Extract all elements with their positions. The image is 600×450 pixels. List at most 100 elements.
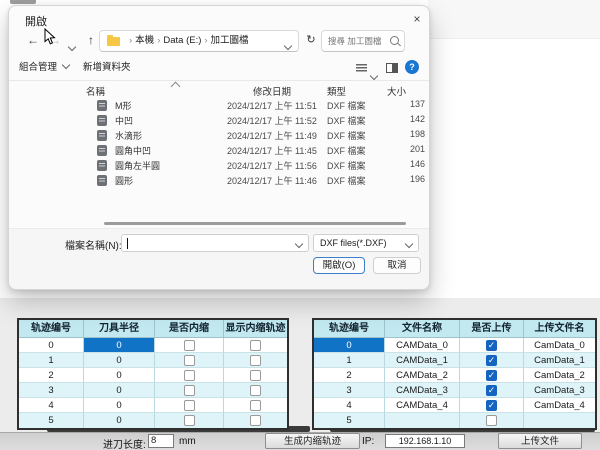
upload-checkbox[interactable] bbox=[486, 340, 497, 351]
cell-upload-name[interactable]: CamData_3 bbox=[524, 383, 595, 398]
horizontal-scrollbar[interactable] bbox=[104, 222, 406, 225]
dialog-title: 開啟 bbox=[25, 13, 47, 29]
cell-track-id[interactable]: 1 bbox=[19, 353, 84, 368]
toolbar-divider bbox=[9, 80, 429, 81]
shrink-checkbox[interactable] bbox=[184, 355, 195, 366]
column-header-show-track[interactable]: 显示内缩轨迹 bbox=[224, 320, 287, 338]
cell-track-id[interactable]: 0 bbox=[19, 338, 84, 353]
column-header-upload[interactable]: 是否上传 bbox=[460, 320, 524, 338]
cell-track-id[interactable]: 4 bbox=[19, 398, 84, 413]
column-header-name[interactable]: 名稱 bbox=[86, 84, 105, 98]
cell-upload-name[interactable]: CamData_0 bbox=[524, 338, 595, 353]
file-row[interactable]: 圓角中凹 2024/12/17 上午 11:45 DXF 檔案 201 bbox=[69, 143, 425, 158]
help-icon[interactable]: ? bbox=[405, 60, 419, 74]
generate-track-button[interactable]: 生成内缩轨迹 bbox=[265, 433, 360, 449]
ip-input[interactable]: 192.168.1.10 bbox=[385, 434, 465, 448]
cell-upload-name[interactable] bbox=[524, 413, 595, 428]
recent-locations-chevron-icon[interactable] bbox=[69, 37, 75, 55]
back-button[interactable]: ← bbox=[25, 32, 41, 48]
cell-file-name[interactable]: CAMData_0 bbox=[385, 338, 460, 353]
cell-tool-radius[interactable]: 0 bbox=[84, 368, 155, 383]
column-header-track-id[interactable]: 轨迹编号 bbox=[19, 320, 84, 338]
cell-track-id[interactable]: 1 bbox=[314, 353, 385, 368]
file-date: 2024/12/17 上午 11:45 bbox=[227, 144, 317, 157]
shrink-checkbox[interactable] bbox=[184, 370, 195, 381]
upload-checkbox[interactable] bbox=[486, 400, 497, 411]
open-button[interactable]: 開啟(O) bbox=[313, 257, 365, 274]
file-row[interactable]: 中凹 2024/12/17 上午 11:52 DXF 檔案 142 bbox=[69, 113, 425, 128]
cell-tool-radius[interactable]: 0 bbox=[84, 338, 155, 353]
cell-track-id[interactable]: 3 bbox=[19, 383, 84, 398]
cell-tool-radius[interactable]: 0 bbox=[84, 413, 155, 428]
new-folder-button[interactable]: 新增資料夾 bbox=[83, 60, 131, 76]
cell-track-id[interactable]: 3 bbox=[314, 383, 385, 398]
cell-upload-name[interactable]: CamData_2 bbox=[524, 368, 595, 383]
cell-upload bbox=[460, 368, 524, 383]
cell-tool-radius[interactable]: 0 bbox=[84, 398, 155, 413]
cell-track-id[interactable]: 5 bbox=[19, 413, 84, 428]
cell-tool-radius[interactable]: 0 bbox=[84, 383, 155, 398]
upload-checkbox[interactable] bbox=[486, 415, 497, 426]
column-header-upload-name[interactable]: 上传文件名 bbox=[524, 320, 595, 338]
cell-track-id[interactable]: 2 bbox=[19, 368, 84, 383]
show-track-checkbox[interactable] bbox=[250, 400, 261, 411]
breadcrumb-item-this-pc[interactable]: 本機 bbox=[135, 35, 154, 46]
cell-track-id[interactable]: 4 bbox=[314, 398, 385, 413]
column-header-file-name[interactable]: 文件名称 bbox=[385, 320, 460, 338]
column-header-date[interactable]: 修改日期 bbox=[253, 84, 291, 98]
up-button[interactable]: ↑ bbox=[83, 32, 99, 48]
upload-checkbox[interactable] bbox=[486, 370, 497, 381]
file-row[interactable]: 水滴形 2024/12/17 上午 11:49 DXF 檔案 198 bbox=[69, 128, 425, 143]
breadcrumb-item-folder[interactable]: 加工圖檔 bbox=[211, 35, 249, 46]
search-input[interactable] bbox=[326, 33, 388, 49]
column-header-type[interactable]: 類型 bbox=[327, 84, 346, 98]
column-header-track-id[interactable]: 轨迹编号 bbox=[314, 320, 385, 338]
upload-file-button[interactable]: 上传文件 bbox=[498, 433, 582, 449]
cell-track-id[interactable]: 0 bbox=[314, 338, 385, 353]
column-header-size[interactable]: 大小 bbox=[387, 84, 406, 98]
organize-menu[interactable]: 組合管理 bbox=[19, 60, 69, 76]
cell-file-name[interactable]: CAMData_2 bbox=[385, 368, 460, 383]
cell-upload-name[interactable]: CamData_1 bbox=[524, 353, 595, 368]
cell-file-name[interactable]: CAMData_3 bbox=[385, 383, 460, 398]
shrink-checkbox[interactable] bbox=[184, 340, 195, 351]
refresh-icon[interactable]: ↻ bbox=[303, 32, 319, 48]
filename-chevron-icon[interactable] bbox=[295, 240, 303, 248]
cell-file-name[interactable]: CAMData_1 bbox=[385, 353, 460, 368]
upload-checkbox[interactable] bbox=[486, 385, 497, 396]
breadcrumb-chevron-icon[interactable] bbox=[285, 37, 291, 57]
cell-file-name[interactable]: CAMData_4 bbox=[385, 398, 460, 413]
table-row: 5 bbox=[314, 413, 595, 428]
file-row[interactable]: M形 2024/12/17 上午 11:51 DXF 檔案 137 bbox=[69, 98, 425, 113]
cell-track-id[interactable]: 2 bbox=[314, 368, 385, 383]
cancel-button[interactable]: 取消 bbox=[373, 257, 421, 274]
cell-file-name[interactable] bbox=[385, 413, 460, 428]
show-track-checkbox[interactable] bbox=[250, 340, 261, 351]
breadcrumb-separator: › bbox=[154, 35, 163, 46]
cell-upload-name[interactable]: CamData_4 bbox=[524, 398, 595, 413]
breadcrumb-item-drive[interactable]: Data (E:) bbox=[163, 35, 201, 46]
file-row[interactable]: 圓角左半圓 2024/12/17 上午 11:56 DXF 檔案 146 bbox=[69, 158, 425, 173]
cell-tool-radius[interactable]: 0 bbox=[84, 353, 155, 368]
upload-checkbox[interactable] bbox=[486, 355, 497, 366]
close-icon[interactable]: × bbox=[407, 10, 427, 28]
preview-pane-icon[interactable] bbox=[386, 63, 398, 73]
view-mode-chevron-icon[interactable] bbox=[371, 66, 377, 84]
column-header-shrink[interactable]: 是否内缩 bbox=[155, 320, 224, 338]
cell-track-id[interactable]: 5 bbox=[314, 413, 385, 428]
show-track-checkbox[interactable] bbox=[250, 355, 261, 366]
feed-length-input[interactable]: 8 bbox=[148, 434, 174, 448]
view-mode-icon[interactable] bbox=[356, 64, 367, 73]
filetype-select[interactable]: DXF files(*.DXF) bbox=[313, 234, 419, 252]
file-row[interactable]: 圓形 2024/12/17 上午 11:46 DXF 檔案 196 bbox=[69, 173, 425, 188]
shrink-checkbox[interactable] bbox=[184, 415, 195, 426]
filename-input[interactable] bbox=[121, 234, 309, 252]
shrink-checkbox[interactable] bbox=[184, 385, 195, 396]
column-header-tool-radius[interactable]: 刀具半径 bbox=[84, 320, 155, 338]
breadcrumb[interactable]: ›本機›Data (E:)›加工圖檔 bbox=[99, 30, 299, 52]
sort-ascending-icon bbox=[171, 82, 181, 92]
show-track-checkbox[interactable] bbox=[250, 385, 261, 396]
shrink-checkbox[interactable] bbox=[184, 400, 195, 411]
show-track-checkbox[interactable] bbox=[250, 415, 261, 426]
show-track-checkbox[interactable] bbox=[250, 370, 261, 381]
